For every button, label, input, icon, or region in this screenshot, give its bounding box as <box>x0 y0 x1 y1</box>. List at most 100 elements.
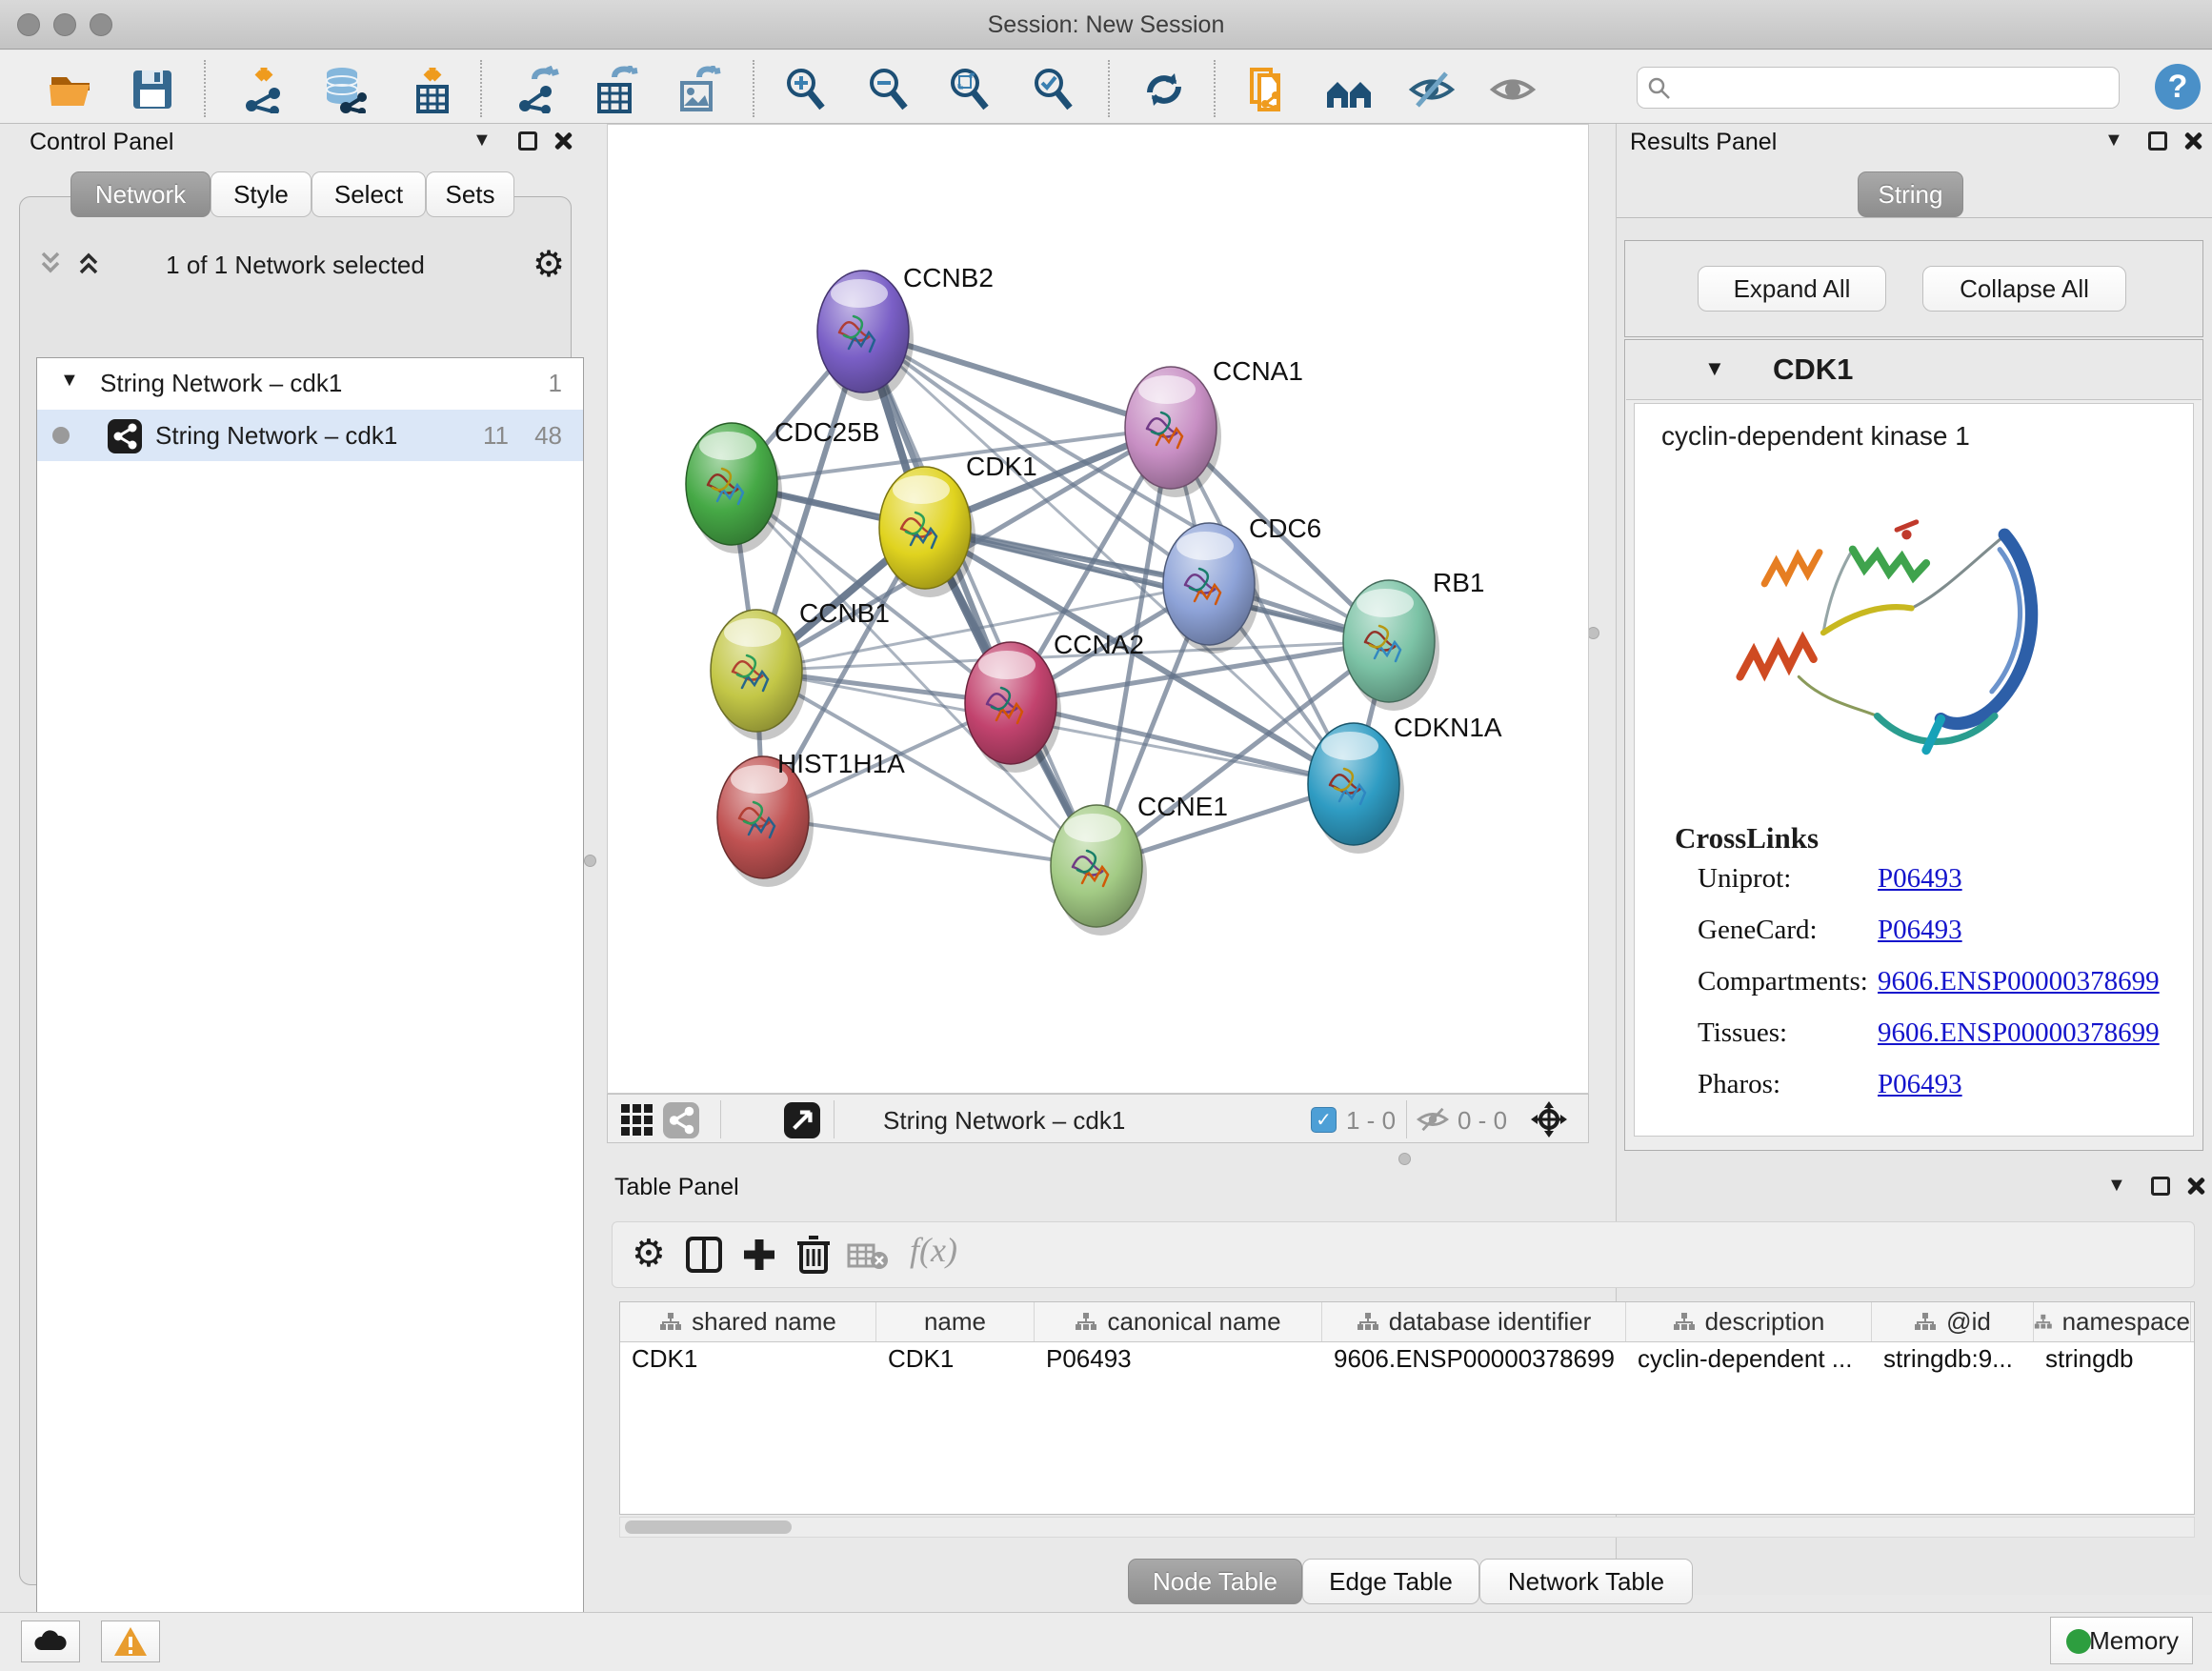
cloud-status-button[interactable] <box>21 1621 80 1662</box>
control-panel-float-icon[interactable]: ▼ <box>473 130 492 151</box>
cell[interactable]: P06493 <box>1035 1344 1322 1377</box>
function-builder-icon[interactable]: f(x) <box>910 1230 957 1270</box>
tab-select[interactable]: Select <box>312 171 426 217</box>
import-table-file-icon[interactable] <box>409 66 456 113</box>
zoom-fit-icon[interactable] <box>946 66 994 113</box>
string-view-icon[interactable] <box>663 1102 699 1138</box>
add-column-icon[interactable] <box>740 1236 778 1274</box>
tab-style[interactable]: Style <box>211 171 312 217</box>
cell[interactable]: cyclin-dependent ... <box>1626 1344 1872 1377</box>
cell[interactable]: CDK1 <box>876 1344 1035 1377</box>
left-splitter-grip[interactable] <box>584 855 596 867</box>
node-CCNE1[interactable]: CCNE1 <box>1051 792 1228 936</box>
search-input[interactable] <box>1679 70 2108 104</box>
cell[interactable]: CDK1 <box>620 1344 876 1377</box>
crosslink-value[interactable]: P06493 <box>1878 1069 1962 1100</box>
crosslink-value[interactable]: 9606.ENSP00000378699 <box>1878 966 2160 997</box>
bottom-splitter-grip[interactable] <box>1398 1153 1411 1165</box>
export-image-icon[interactable] <box>674 66 722 113</box>
results-panel-maximize-icon[interactable] <box>2148 131 2167 151</box>
gene-entry-header[interactable]: ▼ CDK1 <box>1626 341 2202 400</box>
grid-view-icon[interactable] <box>621 1104 654 1137</box>
column-type-icon <box>1357 1312 1379 1333</box>
results-panel-close-icon[interactable] <box>2182 131 2203 151</box>
memory-button[interactable]: Memory <box>2050 1617 2193 1664</box>
column-header-database-identifier[interactable]: database identifier <box>1322 1302 1626 1341</box>
node-CDC25B[interactable]: CDC25B <box>686 417 879 554</box>
results-panel-float-icon[interactable]: ▼ <box>2104 130 2123 151</box>
network-options-gear-icon[interactable]: ⚙ <box>533 243 565 286</box>
cell[interactable]: stringdb <box>2034 1344 2191 1377</box>
entry-collapse-icon[interactable]: ▼ <box>1704 356 1725 381</box>
edge-CCNB2-CCNE1[interactable] <box>863 332 1096 866</box>
cell[interactable]: 9606.ENSP00000378699 <box>1322 1344 1626 1377</box>
delete-table-icon[interactable] <box>847 1241 889 1270</box>
network-row[interactable]: String Network – cdk1 11 48 <box>37 410 583 461</box>
node-CDKN1A[interactable]: CDKN1A <box>1308 713 1502 854</box>
open-session-icon[interactable] <box>47 66 94 113</box>
node-table[interactable]: shared namename canonical name database … <box>619 1301 2195 1515</box>
zoom-in-icon[interactable] <box>782 66 830 113</box>
crosslink-value[interactable]: P06493 <box>1878 915 1962 946</box>
crosslink-value[interactable]: 9606.ENSP00000378699 <box>1878 1017 2160 1049</box>
selected-indicator-checkbox[interactable]: ✓ <box>1311 1107 1337 1133</box>
collection-expand-icon[interactable]: ▼ <box>60 370 79 392</box>
cell[interactable]: stringdb:9... <box>1872 1344 2034 1377</box>
tab-network[interactable]: Network <box>70 171 211 217</box>
show-columns-icon[interactable] <box>685 1236 723 1274</box>
collapse-all-button[interactable]: Collapse All <box>1922 266 2126 312</box>
help-button[interactable]: ? <box>2155 64 2201 110</box>
column-header--id[interactable]: @id <box>1872 1302 2034 1341</box>
tab-string[interactable]: String <box>1858 171 1963 217</box>
crosslink-value[interactable]: P06493 <box>1878 863 1962 895</box>
table-row[interactable]: CDK1CDK1P064939606.ENSP00000378699cyclin… <box>620 1344 2194 1377</box>
tab-network-table[interactable]: Network Table <box>1479 1559 1693 1604</box>
navigate-crosshair-icon[interactable] <box>1530 1100 1568 1138</box>
scrollbar-thumb[interactable] <box>625 1520 792 1534</box>
node-HIST1H1A[interactable]: HIST1H1A <box>717 749 905 887</box>
zoom-selected-icon[interactable] <box>1030 66 1077 113</box>
column-header-shared-name[interactable]: shared name <box>620 1302 876 1341</box>
network-graph[interactable]: CCNB2 CCNA1 CDC25B CDK1 <box>608 125 1588 1093</box>
tab-edge-table[interactable]: Edge Table <box>1302 1559 1479 1604</box>
show-all-icon[interactable] <box>1489 66 1537 113</box>
column-header-description[interactable]: description <box>1626 1302 1872 1341</box>
node-CDK1[interactable]: CDK1 <box>879 452 1037 597</box>
import-network-database-icon[interactable] <box>321 66 369 113</box>
network-collection-row[interactable]: ▼ String Network – cdk1 1 <box>37 358 583 410</box>
results-panel-title: Results Panel <box>1630 129 1777 156</box>
tab-node-table[interactable]: Node Table <box>1128 1559 1302 1604</box>
import-network-file-icon[interactable] <box>240 66 288 113</box>
node-RB1[interactable]: RB1 <box>1343 568 1484 711</box>
expand-all-button[interactable]: Expand All <box>1698 266 1886 312</box>
network-canvas[interactable]: CCNB2 CCNA1 CDC25B CDK1 <box>607 124 1589 1094</box>
birdseye-view-icon[interactable] <box>784 1102 820 1138</box>
zoom-out-icon[interactable] <box>865 66 913 113</box>
node-CCNA1[interactable]: CCNA1 <box>1125 356 1303 497</box>
control-panel-close-icon[interactable] <box>553 131 573 151</box>
refresh-icon[interactable] <box>1140 66 1188 113</box>
node-CCNB1[interactable]: CCNB1 <box>711 598 890 740</box>
save-session-icon[interactable] <box>129 66 176 113</box>
export-network-icon[interactable] <box>513 66 561 113</box>
column-header-name[interactable]: name <box>876 1302 1035 1341</box>
toolbar-separator <box>204 60 206 117</box>
tab-sets[interactable]: Sets <box>426 171 514 217</box>
table-horizontal-scrollbar[interactable] <box>619 1517 2195 1538</box>
search-box[interactable] <box>1637 67 2120 109</box>
table-options-gear-icon[interactable]: ⚙ <box>632 1232 666 1276</box>
node-CDC6[interactable]: CDC6 <box>1163 513 1321 654</box>
hide-selected-icon[interactable] <box>1408 66 1456 113</box>
first-neighbors-icon[interactable] <box>1325 66 1373 113</box>
column-header-namespace[interactable]: namespace <box>2034 1302 2191 1341</box>
new-network-from-selection-icon[interactable] <box>1244 66 1292 113</box>
table-panel-close-icon[interactable] <box>2185 1176 2206 1197</box>
node-CCNB2[interactable]: CCNB2 <box>817 263 994 401</box>
column-header-canonical-name[interactable]: canonical name <box>1035 1302 1322 1341</box>
control-panel-maximize-icon[interactable] <box>518 131 537 151</box>
export-table-icon[interactable] <box>592 66 639 113</box>
table-panel-float-icon[interactable]: ▼ <box>2107 1175 2126 1197</box>
warning-status-button[interactable] <box>101 1621 160 1662</box>
table-panel-maximize-icon[interactable] <box>2151 1177 2170 1196</box>
delete-column-icon[interactable] <box>795 1234 832 1276</box>
